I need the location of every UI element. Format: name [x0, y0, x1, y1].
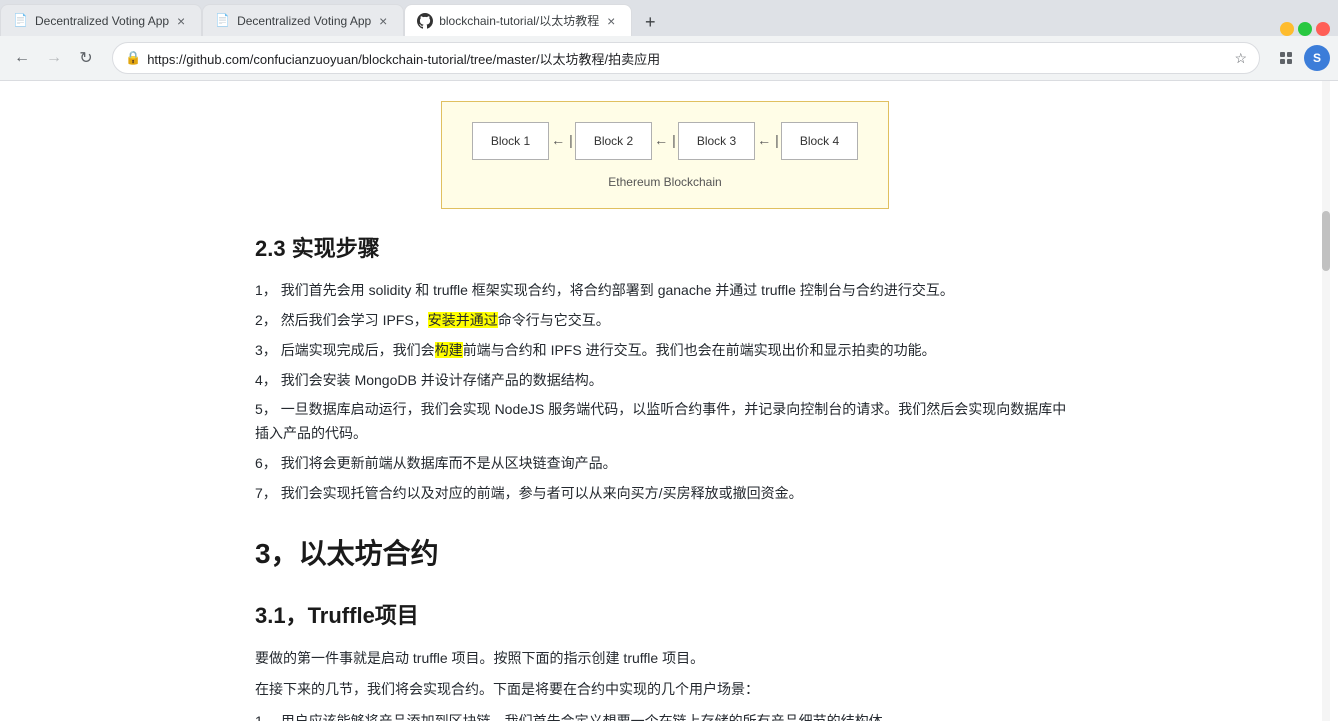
tab-2[interactable]: 📄 Decentralized Voting App × [202, 4, 404, 36]
section-31-list-item-1: 1， 用户应该能够将产品添加到区块链。我们首先会定义想要一个在链上存储的所有产品… [255, 710, 1075, 721]
list-item-6: 6， 我们将会更新前端从数据库而不是从区块链查询产品。 [255, 452, 1075, 476]
block-1: Block 1 [472, 122, 549, 160]
address-bar[interactable]: 🔒 https://github.com/confucianzuoyuan/bl… [112, 42, 1260, 74]
tab-1-label: Decentralized Voting App [35, 14, 169, 28]
blocks-row: Block 1 ← | Block 2 ← | Block 3 ← | Bloc… [472, 122, 858, 160]
tab-1-close[interactable]: × [173, 13, 189, 29]
restore-button[interactable] [1298, 22, 1312, 36]
list-text-2-highlight: 安装并通过 [428, 312, 498, 328]
content-area: Block 1 ← | Block 2 ← | Block 3 ← | Bloc… [0, 81, 1330, 721]
tab-2-label: Decentralized Voting App [237, 14, 371, 28]
arrow-2: ← [652, 129, 670, 153]
list-text-4: 我们会安装 MongoDB 并设计存储产品的数据结构。 [281, 372, 603, 388]
list-num-4: 4， [255, 372, 277, 388]
nav-bar: ← → ↻ 🔒 https://github.com/confucianzuoy… [0, 36, 1338, 80]
arrow-3: ← [755, 129, 773, 153]
arrow-2b: | [670, 129, 678, 153]
section-31-title: 3.1，Truffle项目 [255, 597, 1075, 634]
new-tab-button[interactable]: + [636, 8, 664, 36]
tab-1[interactable]: 📄 Decentralized Voting App × [0, 4, 202, 36]
user-avatar[interactable]: S [1304, 45, 1330, 71]
tab-3-label: blockchain-tutorial/以太坊教程 [439, 12, 599, 29]
block-3: Block 3 [678, 122, 755, 160]
section-3-title: 3，以太坊合约 [255, 530, 1075, 578]
list-item-4: 4， 我们会安装 MongoDB 并设计存储产品的数据结构。 [255, 369, 1075, 393]
list-item-3: 3， 后端实现完成后，我们会构建前端与合约和 IPFS 进行交互。我们也会在前端… [255, 339, 1075, 363]
arrow-1b: | [567, 129, 575, 153]
list-num-5: 5， [255, 401, 277, 417]
tab-3-favicon [417, 13, 433, 29]
extensions-button[interactable] [1272, 44, 1300, 72]
tab-bar: 📄 Decentralized Voting App × 📄 Decentral… [0, 0, 1338, 36]
blockchain-diagram: Block 1 ← | Block 2 ← | Block 3 ← | Bloc… [255, 91, 1075, 214]
block-2: Block 2 [575, 122, 652, 160]
list-item-7: 7， 我们会实现托管合约以及对应的前端，参与者可以从来向买方/买房释放或撤回资金… [255, 482, 1075, 506]
minimize-button[interactable] [1280, 22, 1294, 36]
nav-right-icons: S [1272, 44, 1330, 72]
browser-chrome: 📄 Decentralized Voting App × 📄 Decentral… [0, 0, 1338, 81]
highlight-3: 构建 [435, 342, 463, 358]
arrow-1: ← [549, 129, 567, 153]
back-button[interactable]: ← [8, 44, 36, 72]
forward-button[interactable]: → [40, 44, 68, 72]
list-num-1: 1， [255, 282, 277, 298]
list-text-2a: 然后我们会学习 IPFS， [281, 312, 428, 328]
list-text-7: 我们会实现托管合约以及对应的前端，参与者可以从来向买方/买房释放或撤回资金。 [281, 485, 803, 501]
close-button[interactable] [1316, 22, 1330, 36]
section-31-para1: 要做的第一件事就是启动 truffle 项目。按照下面的指示创建 truffle… [255, 647, 1075, 671]
list-item-1: 1， 我们首先会用 solidity 和 truffle 框架实现合约，将合约部… [255, 279, 1075, 303]
tab-3[interactable]: blockchain-tutorial/以太坊教程 × [404, 4, 632, 36]
tab-2-favicon: 📄 [215, 13, 231, 29]
tab-3-close[interactable]: × [603, 13, 619, 29]
scrollbar[interactable] [1322, 81, 1330, 721]
list-item-2: 2， 然后我们会学习 IPFS，安装并通过命令行与它交互。 [255, 309, 1075, 333]
scrollbar-thumb[interactable] [1322, 211, 1330, 271]
tab-2-close[interactable]: × [375, 13, 391, 29]
article-body: Block 1 ← | Block 2 ← | Block 3 ← | Bloc… [255, 81, 1075, 721]
lock-icon: 🔒 [125, 50, 141, 66]
diagram-label: Ethereum Blockchain [608, 172, 721, 192]
page-content: Block 1 ← | Block 2 ← | Block 3 ← | Bloc… [215, 81, 1115, 721]
arrow-3b: | [773, 129, 781, 153]
section-31-para2: 在接下来的几节，我们将会实现合约。下面是将要在合约中实现的几个用户场景： [255, 678, 1075, 702]
list-text-6: 我们将会更新前端从数据库而不是从区块链查询产品。 [281, 455, 617, 471]
address-text: https://github.com/confucianzuoyuan/bloc… [147, 49, 1228, 68]
list-text-3: 后端实现完成后，我们会构建前端与合约和 IPFS 进行交互。我们也会在前端实现出… [281, 342, 936, 358]
list-num-7: 7， [255, 485, 277, 501]
reload-button[interactable]: ↻ [72, 44, 100, 72]
list-num-3: 3， [255, 342, 277, 358]
diagram-container: Block 1 ← | Block 2 ← | Block 3 ← | Bloc… [441, 101, 889, 209]
tab-1-favicon: 📄 [13, 13, 29, 29]
list-item-5: 5， 一旦数据库启动运行，我们会实现 NodeJS 服务端代码，以监听合约事件，… [255, 398, 1075, 446]
list-num-6: 6， [255, 455, 277, 471]
list-text-5: 一旦数据库启动运行，我们会实现 NodeJS 服务端代码，以监听合约事件，并记录… [255, 401, 1066, 441]
bookmark-icon[interactable]: ☆ [1234, 50, 1247, 67]
block-4: Block 4 [781, 122, 858, 160]
list-text-1: 我们首先会用 solidity 和 truffle 框架实现合约，将合约部署到 … [281, 282, 954, 298]
section-23-title: 2.3 实现步骤 [255, 230, 1075, 267]
list-num-2: 2， [255, 312, 277, 328]
list-text-2b: 命令行与它交互。 [498, 312, 610, 328]
